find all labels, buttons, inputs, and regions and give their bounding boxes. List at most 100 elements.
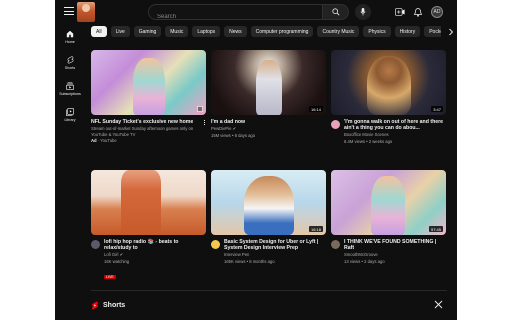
live-badge: LIVE bbox=[104, 274, 116, 279]
notifications-button[interactable] bbox=[412, 6, 424, 18]
thumbnail-figure bbox=[367, 56, 411, 115]
chip-laptops[interactable]: Laptops bbox=[192, 26, 221, 37]
video-thumbnail[interactable]: 16:18 bbox=[211, 170, 326, 235]
verified-icon: ✔ bbox=[119, 252, 124, 258]
thumbnail-figure bbox=[371, 176, 405, 235]
video-card[interactable]: NFL Sunday Ticket's exclusive new home S… bbox=[91, 50, 206, 143]
channel-name[interactable]: YouTube bbox=[100, 138, 116, 143]
chip-history[interactable]: History bbox=[394, 26, 421, 37]
video-thumbnail[interactable]: 16:14 bbox=[211, 50, 326, 115]
sidebar: Home Shorts Subscriptions Library bbox=[55, 24, 85, 128]
video-meta: lofi hip hop radio 📚 - beats to relax/st… bbox=[91, 239, 206, 283]
sidebar-item-library[interactable]: Library bbox=[55, 102, 85, 128]
sidebar-item-label: Shorts bbox=[64, 66, 76, 70]
video-card[interactable]: 16:18 Basic System Design for Uber or Ly… bbox=[211, 170, 326, 265]
video-stats: 15M views • 8 days ago bbox=[211, 132, 256, 138]
channel-name[interactable]: Interview Pen bbox=[224, 252, 326, 258]
ad-source: Ad · YouTube bbox=[91, 138, 117, 144]
create-button[interactable] bbox=[394, 6, 406, 18]
channel-avatar[interactable] bbox=[91, 240, 100, 249]
video-duration: 16:14 bbox=[308, 106, 323, 112]
shorts-section-header: Shorts bbox=[91, 297, 447, 313]
video-meta: I THINK WE'VE FOUND SOMETHING | Raft Smo… bbox=[331, 239, 446, 265]
chevron-right-icon[interactable] bbox=[447, 28, 455, 36]
chip-live[interactable]: Live bbox=[110, 26, 130, 37]
search-icon bbox=[331, 8, 339, 16]
channel-name[interactable]: Boxoffice Movie Scenes bbox=[344, 132, 446, 138]
menu-icon[interactable] bbox=[64, 7, 74, 15]
video-thumbnail[interactable]: 3:47 bbox=[331, 50, 446, 115]
video-card[interactable]: lofi hip hop radio 📚 - beats to relax/st… bbox=[91, 170, 206, 283]
sidebar-item-home[interactable]: Home bbox=[55, 24, 85, 50]
sidebar-item-shorts[interactable]: Shorts bbox=[55, 50, 85, 76]
chip-music[interactable]: Music bbox=[165, 26, 189, 37]
chip-news[interactable]: News bbox=[224, 26, 247, 37]
close-icon[interactable] bbox=[434, 300, 443, 309]
thumbnail-figure bbox=[244, 176, 294, 235]
video-thumbnail[interactable] bbox=[91, 170, 206, 235]
search-input[interactable] bbox=[149, 10, 322, 24]
chip-all[interactable]: All bbox=[91, 26, 107, 37]
youtube-window: AD Home Shorts Subscriptions Library All… bbox=[55, 0, 457, 320]
video-stats: 165K views • 8 months ago bbox=[224, 259, 275, 264]
shorts-icon bbox=[67, 56, 73, 64]
video-stats: 13 views • 2 days ago bbox=[344, 259, 385, 264]
video-title[interactable]: Basic System Design for Uber or Lyft | S… bbox=[224, 239, 326, 251]
library-icon bbox=[66, 108, 74, 116]
microphone-icon bbox=[360, 8, 366, 16]
voice-search-button[interactable] bbox=[355, 4, 371, 20]
sidebar-item-subscriptions[interactable]: Subscriptions bbox=[55, 76, 85, 102]
ad-description: Stream out-of-market Sunday afternoon ga… bbox=[91, 126, 194, 137]
chip-country-music[interactable]: Country Music bbox=[317, 26, 360, 37]
video-title[interactable]: I THINK WE'VE FOUND SOMETHING | Raft bbox=[344, 239, 446, 251]
video-meta: I'm a dad now PewDiePie ✔ 15M views • 8 … bbox=[211, 119, 326, 138]
sidebar-item-label: Subscriptions bbox=[59, 92, 81, 96]
channel-logo[interactable] bbox=[77, 2, 95, 22]
chip-physics[interactable]: Physics bbox=[363, 26, 391, 37]
channel-avatar[interactable] bbox=[331, 240, 340, 249]
channel-name[interactable]: PewDiePie ✔ bbox=[211, 126, 326, 132]
create-video-icon bbox=[395, 8, 405, 16]
video-thumbnail[interactable]: 57:45 bbox=[331, 170, 446, 235]
verified-icon: ✔ bbox=[232, 126, 237, 132]
external-link-icon bbox=[197, 106, 203, 112]
channel-avatar[interactable] bbox=[211, 240, 220, 249]
video-stats: 6.4M views • 2 weeks ago bbox=[344, 139, 393, 144]
video-duration: 57:45 bbox=[428, 226, 443, 232]
video-card[interactable]: 16:14 I'm a dad now PewDiePie ✔ 15M view… bbox=[211, 50, 326, 138]
video-thumbnail[interactable] bbox=[91, 50, 206, 115]
chip-pocket[interactable]: Pocket bbox=[424, 26, 441, 37]
video-duration: 16:18 bbox=[308, 226, 323, 232]
top-bar: AD bbox=[55, 0, 457, 24]
channel-name[interactable]: Lofi Girl ✔ bbox=[104, 252, 206, 258]
channel-avatar[interactable] bbox=[331, 120, 340, 129]
thumbnail-figure bbox=[256, 60, 282, 115]
channel-name[interactable]: SmoothMcGroove bbox=[344, 252, 446, 258]
video-card[interactable]: 3:47 'I'm gonna walk on out of here and … bbox=[331, 50, 446, 145]
video-duration: 3:47 bbox=[431, 106, 443, 112]
shorts-title: Shorts bbox=[103, 301, 126, 309]
more-options-icon[interactable] bbox=[202, 120, 206, 143]
sidebar-item-label: Library bbox=[64, 118, 76, 122]
video-meta: NFL Sunday Ticket's exclusive new home S… bbox=[91, 119, 206, 143]
category-chips: All Live Gaming Music Laptops News Compu… bbox=[91, 26, 441, 38]
video-stats: 16K watching bbox=[104, 259, 130, 264]
sidebar-item-label: Home bbox=[65, 40, 75, 44]
subscriptions-icon bbox=[66, 82, 74, 90]
thumbnail-figure bbox=[133, 58, 165, 115]
thumbnail-figure bbox=[121, 170, 161, 235]
shorts-logo-icon bbox=[92, 301, 98, 309]
video-title[interactable]: NFL Sunday Ticket's exclusive new home bbox=[91, 119, 202, 125]
video-title[interactable]: lofi hip hop radio 📚 - beats to relax/st… bbox=[104, 239, 206, 251]
video-title[interactable]: 'I'm gonna walk on out of here and there… bbox=[344, 119, 446, 131]
search-button[interactable] bbox=[323, 4, 349, 20]
account-avatar[interactable]: AD bbox=[431, 6, 443, 18]
video-card[interactable]: 57:45 I THINK WE'VE FOUND SOMETHING | Ra… bbox=[331, 170, 446, 265]
search-box bbox=[148, 4, 323, 24]
chip-computer-programming[interactable]: Computer programming bbox=[250, 26, 314, 37]
bell-icon bbox=[414, 7, 422, 17]
video-title[interactable]: I'm a dad now bbox=[211, 119, 326, 125]
chip-gaming[interactable]: Gaming bbox=[133, 26, 162, 37]
video-meta: Basic System Design for Uber or Lyft | S… bbox=[211, 239, 326, 265]
home-icon bbox=[66, 30, 74, 38]
